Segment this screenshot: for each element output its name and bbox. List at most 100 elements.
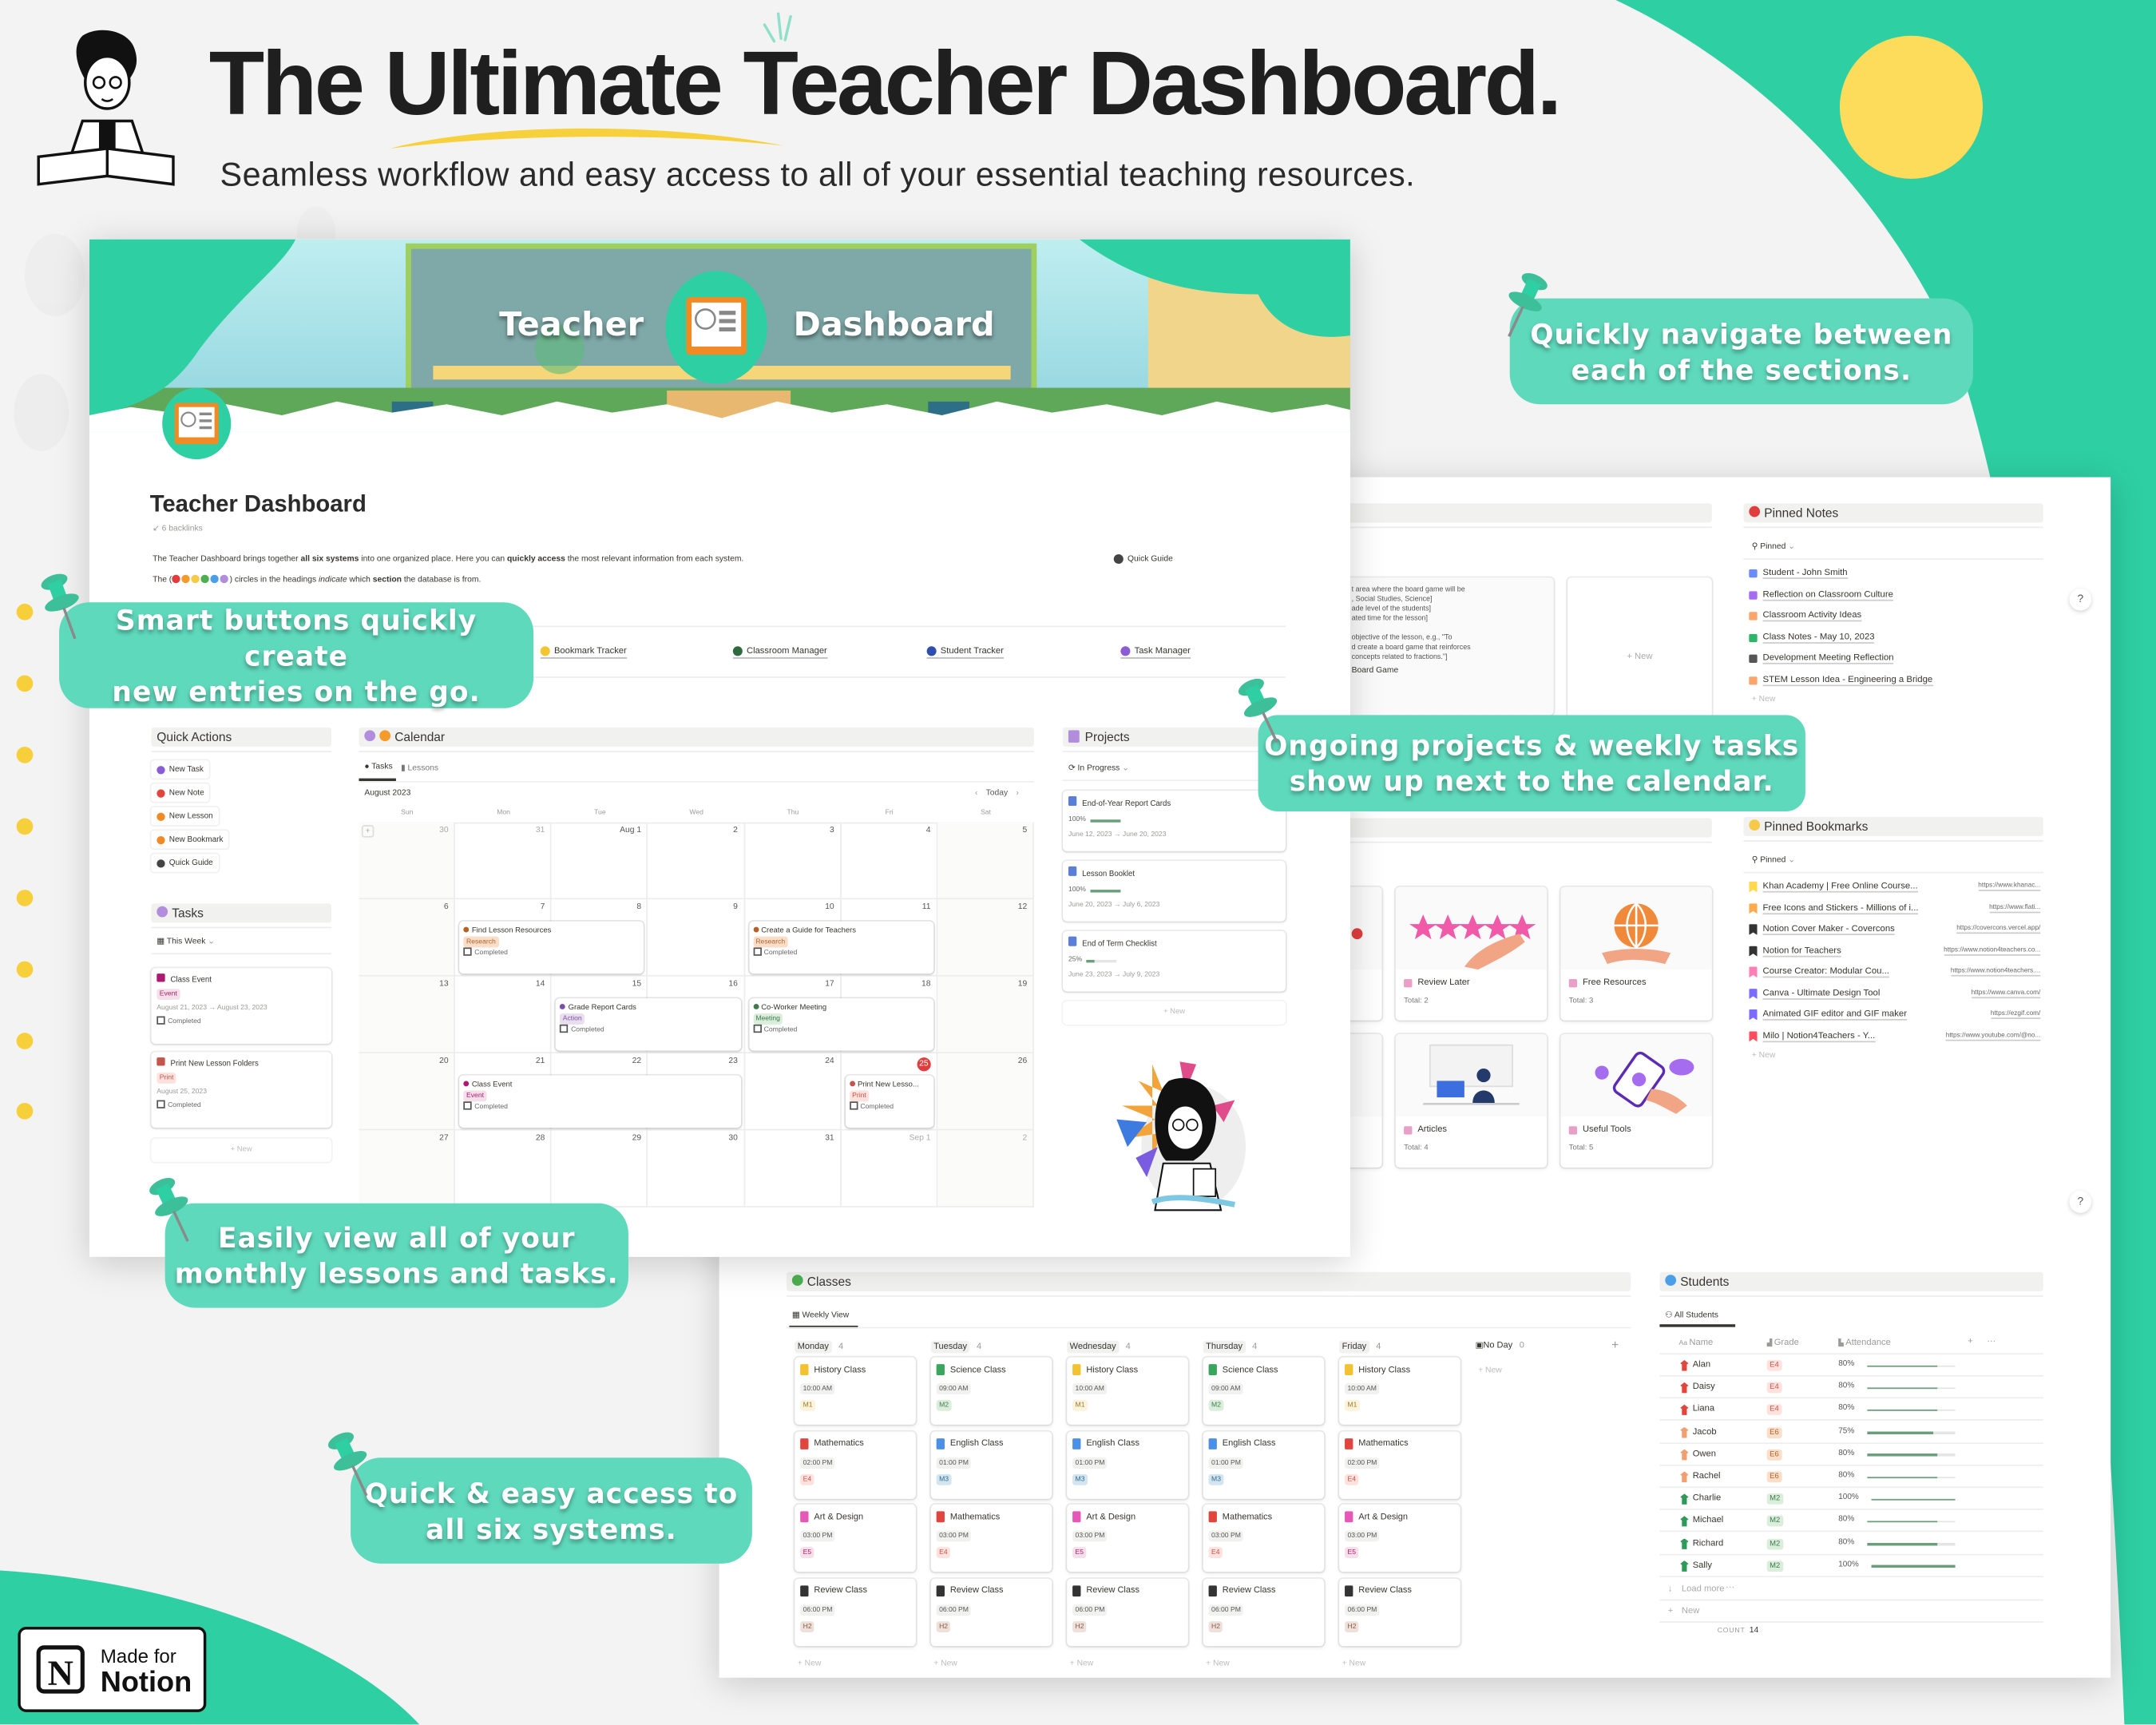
class-card[interactable]: Mathematics 03:00 PM E4 xyxy=(930,1504,1052,1572)
project-card[interactable]: End of Term Checklist 25% June 23, 2023 → … xyxy=(1063,930,1286,992)
calendar-day-cell[interactable]: 27 xyxy=(359,1130,456,1208)
calendar-event[interactable]: Grade Report Cards Action Completed xyxy=(556,998,741,1051)
class-card[interactable]: History Class 10:00 AM M1 xyxy=(795,1357,916,1425)
new-class-button[interactable]: + New xyxy=(933,1660,957,1668)
calendar-event[interactable]: Class Event Event Completed xyxy=(459,1075,741,1128)
new-item-button[interactable]: + New xyxy=(1752,696,1776,704)
class-card[interactable]: Art & Design 03:00 PM E5 xyxy=(1067,1504,1188,1572)
quick-action-new-lesson[interactable]: New Lesson xyxy=(151,807,219,826)
new-class-button[interactable]: + New xyxy=(1342,1660,1366,1668)
calendar-day-cell[interactable]: 6 xyxy=(359,899,456,977)
new-project-button[interactable]: + New xyxy=(1063,1001,1286,1025)
new-task-button[interactable]: + New xyxy=(151,1138,331,1163)
calendar-day-cell[interactable]: 3 xyxy=(744,822,842,900)
class-card[interactable]: English Class 01:00 PM M3 xyxy=(1203,1430,1325,1499)
completed-checkbox[interactable]: Completed xyxy=(560,1024,736,1036)
class-card[interactable]: History Class 10:00 AM M1 xyxy=(1067,1357,1188,1425)
table-row[interactable]: Rachel E6 80% xyxy=(1659,1466,2043,1489)
view-selector-this-week[interactable]: ▦ This Week ⌄ xyxy=(157,937,215,946)
class-card[interactable]: English Class 01:00 PM M3 xyxy=(930,1430,1052,1499)
bookmark-item[interactable]: Milo | Notion4Teachers - Y... https://www… xyxy=(1749,1030,2041,1042)
table-row[interactable]: Liana E4 80% xyxy=(1659,1399,2043,1422)
gallery-card-articles[interactable]: Articles Total: 4 xyxy=(1395,1033,1548,1168)
help-button[interactable]: ? xyxy=(2069,1191,2092,1213)
note-item[interactable]: STEM Lesson Idea - Engineering a Bridge xyxy=(1749,675,2040,686)
calendar-day-cell[interactable]: 29 xyxy=(551,1130,648,1208)
quick-action-quick-guide[interactable]: Quick Guide xyxy=(151,854,219,872)
table-row[interactable]: Owen E6 80% xyxy=(1659,1444,2043,1466)
project-card[interactable]: End-of-Year Report Cards 100% June 12, 202… xyxy=(1063,791,1286,851)
bookmark-item[interactable]: Canva - Ultimate Design Tool https://www.… xyxy=(1749,988,2041,999)
table-row[interactable]: Daisy E4 80% xyxy=(1659,1377,2043,1399)
bookmark-item[interactable]: Notion Cover Maker - Covercons https://co… xyxy=(1749,924,2041,935)
class-card[interactable]: Review Class 06:00 PM H2 xyxy=(1067,1577,1188,1646)
quick-action-new-note[interactable]: New Note xyxy=(151,783,210,802)
task-card[interactable]: Class Event Event August 21, 2023 → August… xyxy=(151,968,331,1044)
class-card[interactable]: Review Class 06:00 PM H2 xyxy=(1339,1577,1460,1646)
completed-checkbox[interactable]: Completed xyxy=(752,947,929,958)
quick-action-new-bookmark[interactable]: New Bookmark xyxy=(151,831,229,849)
lesson-card[interactable]: t area where the board game will be, Soc… xyxy=(1324,577,1554,716)
bookmark-item[interactable]: Khan Academy | Free Online Course... http… xyxy=(1749,881,2041,893)
note-item[interactable]: Class Notes - May 10, 2023 xyxy=(1749,632,2040,644)
table-row[interactable]: Richard M2 80% xyxy=(1659,1533,2043,1555)
note-item[interactable]: Classroom Activity Ideas xyxy=(1749,611,2040,622)
calendar-day-cell[interactable]: Sep 1 xyxy=(841,1130,938,1208)
note-item[interactable]: Reflection on Classroom Culture xyxy=(1749,589,2040,601)
table-row[interactable]: Jacob E6 75% xyxy=(1659,1422,2043,1444)
calendar-day-cell[interactable]: 5 xyxy=(937,822,1034,900)
class-card[interactable]: Review Class 06:00 PM H2 xyxy=(795,1577,916,1646)
new-class-button[interactable]: + New xyxy=(798,1660,822,1668)
new-lesson-card-button[interactable]: + New xyxy=(1567,577,1712,736)
calendar-day-cell[interactable]: 28 xyxy=(455,1130,552,1208)
calendar-event[interactable]: Co-Worker Meeting Meeting Completed xyxy=(748,998,933,1051)
calendar-event[interactable]: Print New Lesso... Print Completed xyxy=(845,1075,933,1128)
completed-checkbox[interactable]: Completed xyxy=(752,1024,929,1036)
calendar-day-cell[interactable]: 14 xyxy=(455,976,552,1054)
completed-checkbox[interactable]: Completed xyxy=(157,1015,326,1029)
system-link-student-tracker[interactable]: Student Tracker xyxy=(926,646,1004,659)
calendar-day-cell[interactable]: 4 xyxy=(841,822,938,900)
next-month-button[interactable]: › xyxy=(1017,789,1019,797)
tab-all-students[interactable]: ⚇ All Students xyxy=(1665,1311,1718,1320)
class-card[interactable]: Art & Design 03:00 PM E5 xyxy=(1339,1504,1460,1572)
calendar-day-cell[interactable]: 2 xyxy=(937,1130,1034,1208)
gallery-card-free-resources[interactable]: Free Resources Total: 3 xyxy=(1560,886,1712,1021)
class-card[interactable]: English Class 01:00 PM M3 xyxy=(1067,1430,1188,1499)
note-item[interactable]: Development Meeting Reflection xyxy=(1749,653,2040,664)
system-link-classroom-manager[interactable]: Classroom Manager xyxy=(732,646,827,659)
completed-checkbox[interactable]: Completed xyxy=(463,947,640,958)
class-card[interactable]: Science Class 09:00 AM M2 xyxy=(1203,1357,1325,1425)
add-column-button[interactable]: + xyxy=(1968,1337,1973,1346)
note-item[interactable]: Student - John Smith xyxy=(1749,568,2040,579)
calendar-day-cell[interactable]: 31 xyxy=(455,822,552,900)
calendar-day-cell[interactable]: 12 xyxy=(937,899,1034,977)
new-class-button[interactable]: + New xyxy=(1206,1660,1230,1668)
add-event-icon[interactable]: + xyxy=(361,825,375,838)
calendar-day-cell[interactable]: 30 xyxy=(648,1130,745,1208)
new-class-button[interactable]: + New xyxy=(1070,1660,1094,1668)
table-row[interactable]: Alan E4 80% xyxy=(1659,1354,2043,1377)
quick-action-new-task[interactable]: New Task xyxy=(151,760,209,779)
load-more-button[interactable]: ↓ Load more ··· xyxy=(1659,1579,2043,1601)
backlinks-link[interactable]: ↙ 6 backlinks xyxy=(153,524,203,533)
prev-month-button[interactable]: ‹ xyxy=(975,789,977,797)
bookmark-item[interactable]: Free Icons and Stickers - Millions of i.… xyxy=(1749,902,2041,914)
class-card[interactable]: Review Class 06:00 PM H2 xyxy=(1203,1577,1325,1646)
project-card[interactable]: Lesson Booklet 100% June 20, 2023 → July 6… xyxy=(1063,860,1286,922)
add-group-button[interactable]: + xyxy=(1611,1338,1619,1351)
calendar-day-cell[interactable]: 20 xyxy=(359,1053,456,1131)
class-card[interactable]: Art & Design 03:00 PM E5 xyxy=(795,1504,916,1572)
view-selector-pinned[interactable]: ⚲ Pinned ⌄ xyxy=(1752,541,1795,551)
completed-checkbox[interactable]: Completed xyxy=(157,1099,326,1112)
bookmark-item[interactable]: Notion for Teachers https://www.notion4te… xyxy=(1749,945,2041,957)
view-selector-pinned[interactable]: ⚲ Pinned ⌄ xyxy=(1752,855,1795,865)
today-button[interactable]: Today xyxy=(986,789,1009,797)
bookmark-item[interactable]: Animated GIF editor and GIF maker https:/… xyxy=(1749,1009,2041,1021)
calendar-day-cell[interactable]: 2 xyxy=(648,822,745,900)
calendar-day-cell[interactable]: 19 xyxy=(937,976,1034,1054)
more-options-icon[interactable]: ··· xyxy=(1987,1337,1995,1346)
system-link-bookmark-tracker[interactable]: Bookmark Tracker xyxy=(540,646,627,659)
table-row[interactable]: Charlie M2 100% xyxy=(1659,1488,2043,1511)
new-class-button[interactable]: + New xyxy=(1478,1367,1502,1375)
